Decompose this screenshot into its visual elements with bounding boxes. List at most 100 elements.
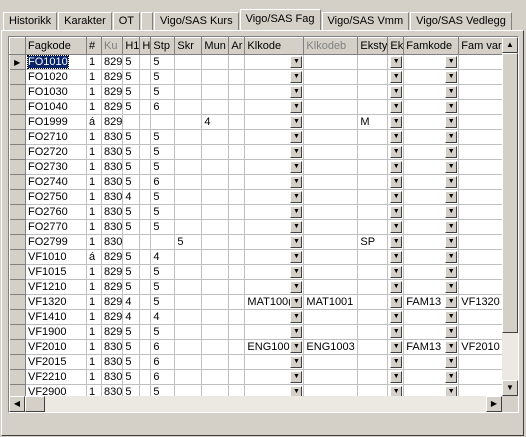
table-row[interactable]: FO2760 1 830 5 5 ▼ ▼ ▼ xyxy=(9,204,515,220)
cell-eksty[interactable] xyxy=(357,99,389,115)
dropdown-arrow-icon[interactable]: ▼ xyxy=(445,146,458,158)
cell-stp[interactable]: 5 xyxy=(150,54,176,70)
dropdown-arrow-icon[interactable]: ▼ xyxy=(390,266,403,278)
dropdown-arrow-icon[interactable]: ▼ xyxy=(290,56,303,68)
dropdown-arrow-icon[interactable]: ▼ xyxy=(290,356,303,368)
cell-fagkode[interactable]: FO2720 xyxy=(25,144,87,160)
cell-klkodeb[interactable] xyxy=(303,189,359,205)
cell-famkode[interactable]: ▼ xyxy=(403,174,460,190)
table-row[interactable]: FO2750 1 830 4 5 ▼ ▼ ▼ xyxy=(9,189,515,205)
cell-mun[interactable] xyxy=(201,324,230,340)
cell-eksty[interactable] xyxy=(357,159,389,175)
cell-ek[interactable]: ▼ xyxy=(387,99,405,115)
cell-mun[interactable] xyxy=(201,264,230,280)
cell-mun[interactable] xyxy=(201,234,230,250)
dropdown-arrow-icon[interactable]: ▼ xyxy=(445,221,458,233)
cell-ku[interactable]: 830 xyxy=(101,144,124,160)
cell-klkode[interactable]: ▼ xyxy=(244,144,305,160)
tab-historikk[interactable]: Historikk xyxy=(3,12,58,30)
dropdown-arrow-icon[interactable]: ▼ xyxy=(290,161,303,173)
dropdown-arrow-icon[interactable]: ▼ xyxy=(390,281,403,293)
dropdown-arrow-icon[interactable]: ▼ xyxy=(390,311,403,323)
row-indicator[interactable] xyxy=(9,144,26,160)
cell-skr[interactable] xyxy=(174,144,203,160)
cell-ku[interactable]: 829 xyxy=(101,54,124,70)
cell-eksty[interactable] xyxy=(357,189,389,205)
cell-number[interactable]: 1 xyxy=(86,279,102,295)
cell-h[interactable] xyxy=(139,84,152,100)
cell-h[interactable] xyxy=(139,234,152,250)
cell-skr[interactable] xyxy=(174,294,203,310)
cell-number[interactable]: 1 xyxy=(86,234,102,250)
cell-stp[interactable]: 5 xyxy=(150,264,176,280)
cell-skr[interactable] xyxy=(174,279,203,295)
dropdown-arrow-icon[interactable]: ▼ xyxy=(290,206,303,218)
cell-famkode[interactable]: ▼ xyxy=(403,84,460,100)
cell-eksty[interactable]: SP xyxy=(357,234,389,250)
dropdown-arrow-icon[interactable]: ▼ xyxy=(390,56,403,68)
cell-famkode[interactable]: ▼ xyxy=(403,189,460,205)
cell-mun[interactable]: 4 xyxy=(201,114,230,130)
cell-ku[interactable]: 829 xyxy=(101,99,124,115)
cell-ar[interactable] xyxy=(228,204,246,220)
cell-famkode[interactable]: ▼ xyxy=(403,369,460,385)
vertical-scrollbar[interactable]: ▲ ▼ xyxy=(502,37,518,396)
cell-h1[interactable]: 5 xyxy=(122,69,141,85)
tab-vigo-sas-fag[interactable]: Vigo/SAS Fag xyxy=(239,9,321,30)
row-indicator[interactable] xyxy=(9,279,26,295)
column-header-h[interactable]: H xyxy=(139,37,152,55)
cell-stp[interactable]: 6 xyxy=(150,339,176,355)
row-indicator[interactable] xyxy=(9,234,26,250)
cell-fagkode[interactable]: FO2750 xyxy=(25,189,87,205)
cell-h[interactable] xyxy=(139,219,152,235)
cell-h1[interactable]: 5 xyxy=(122,279,141,295)
column-header-ku[interactable]: Ku xyxy=(100,37,124,55)
cell-ar[interactable] xyxy=(228,129,246,145)
cell-fagkode[interactable]: FO2799 xyxy=(25,234,87,250)
cell-ar[interactable] xyxy=(228,54,246,70)
cell-mun[interactable] xyxy=(201,84,230,100)
cell-ku[interactable]: 829 xyxy=(101,84,124,100)
dropdown-arrow-icon[interactable]: ▼ xyxy=(445,296,458,308)
dropdown-arrow-icon[interactable]: ▼ xyxy=(290,236,303,248)
cell-fagkode[interactable]: VF2010 xyxy=(25,339,87,355)
cell-klkodeb[interactable] xyxy=(303,324,359,340)
cell-fagkode[interactable]: FO2730 xyxy=(25,159,87,175)
cell-h[interactable] xyxy=(139,324,152,340)
cell-famkode[interactable]: ▼ xyxy=(403,309,460,325)
table-row[interactable]: VF1410 1 829 4 4 ▼ ▼ ▼ xyxy=(9,309,515,325)
cell-mun[interactable] xyxy=(201,354,230,370)
dropdown-arrow-icon[interactable]: ▼ xyxy=(445,101,458,113)
cell-ek[interactable]: ▼ xyxy=(387,54,405,70)
cell-famkode[interactable]: ▼ xyxy=(403,129,460,145)
cell-ku[interactable]: 829 xyxy=(101,114,124,130)
cell-ku[interactable]: 830 xyxy=(101,174,124,190)
dropdown-arrow-icon[interactable]: ▼ xyxy=(290,341,303,353)
cell-skr[interactable] xyxy=(174,264,203,280)
column-header-stp[interactable]: Stp xyxy=(150,37,176,55)
cell-number[interactable]: 1 xyxy=(86,294,102,310)
cell-ek[interactable]: ▼ xyxy=(387,339,405,355)
cell-ar[interactable] xyxy=(228,309,246,325)
dropdown-arrow-icon[interactable]: ▼ xyxy=(445,116,458,128)
cell-ar[interactable] xyxy=(228,219,246,235)
cell-h1[interactable]: 5 xyxy=(122,144,141,160)
cell-eksty[interactable] xyxy=(357,144,389,160)
cell-ku[interactable]: 830 xyxy=(101,339,124,355)
cell-ek[interactable]: ▼ xyxy=(387,294,405,310)
cell-ku[interactable]: 830 xyxy=(101,354,124,370)
cell-skr[interactable] xyxy=(174,159,203,175)
cell-skr[interactable] xyxy=(174,354,203,370)
tab-vigo-sas-vmm[interactable]: Vigo/SAS Vmm xyxy=(321,12,410,30)
cell-h1[interactable]: 4 xyxy=(122,294,141,310)
cell-ek[interactable]: ▼ xyxy=(387,219,405,235)
cell-klkode[interactable]: ▼ xyxy=(244,264,305,280)
cell-stp[interactable]: 6 xyxy=(150,369,176,385)
table-row[interactable]: FO1040 1 829 5 6 ▼ ▼ ▼ xyxy=(9,99,515,115)
cell-klkode[interactable]: ▼ xyxy=(244,204,305,220)
cell-h[interactable] xyxy=(139,339,152,355)
table-row[interactable]: VF1320 1 829 4 5 MAT100(▼ MAT1001 ▼ FAM13 ▼ VF1320 xyxy=(9,294,515,310)
cell-h[interactable] xyxy=(139,114,152,130)
tab-blank-3[interactable] xyxy=(141,12,154,30)
cell-h1[interactable]: 5 xyxy=(122,204,141,220)
